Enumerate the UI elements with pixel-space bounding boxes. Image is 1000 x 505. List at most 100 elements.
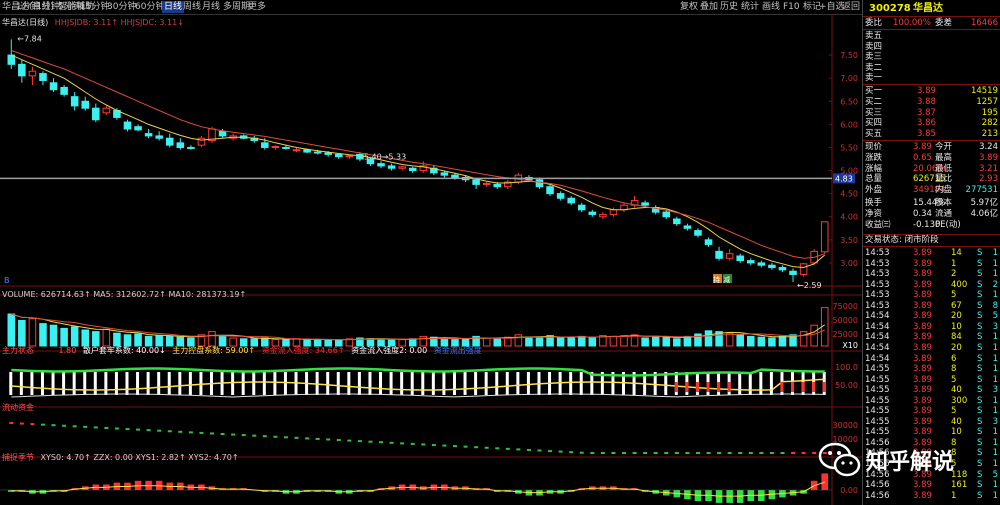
tick-time: 14:54 [865,332,890,343]
mainforce-bar [495,372,499,395]
tick-side: S [977,258,983,269]
fund-dash [315,437,320,440]
bid-price: 3.86 [917,118,936,129]
period-tab[interactable]: 1分钟 [36,1,60,13]
candle-body [303,149,311,153]
period-tab[interactable]: 60分钟 [135,1,164,13]
tick-side: S [977,490,983,501]
price-axis-label: 6.50 [840,97,858,106]
period-tab[interactable]: 日线 [162,1,185,13]
bid-level: 买五 3.85 213 [865,129,998,140]
tick-volume: 14 [951,248,962,258]
candle-body [440,172,449,176]
candle-body [799,263,808,275]
tick-row: 14:54 3.89 84 S 1 [865,332,998,343]
period-tab[interactable]: 更多 [248,1,266,13]
fund-dash [611,452,616,454]
stat-label: 最低 [935,163,953,174]
ask-level: 卖一 [865,73,998,84]
volume-bar [736,334,744,347]
fund-dash [40,423,45,426]
fund-dash [759,452,764,454]
tick-price: 3.89 [913,364,932,375]
fund-dash [389,441,394,444]
period-tab[interactable]: 多周期 [223,1,250,13]
bid-volume: 282 [981,118,998,129]
season-line [11,481,825,497]
mainforce-bar [474,372,478,395]
mainforce-bar [368,372,372,395]
tick-count: 1 [992,258,998,269]
stat-value: 4.06亿 [970,208,998,219]
fund-dash [516,448,521,451]
mainforce-bar [178,372,182,395]
stock-header: 300278 华昌达 [865,2,998,15]
tick-time: 14:54 [865,321,890,332]
period-tab[interactable]: 月线 [202,1,220,13]
volume-bar [746,335,755,347]
bid-label: 买二 [865,96,883,107]
toolbar-right-button[interactable]: 返回 [842,1,860,13]
volume-bar [70,326,79,347]
price-line-label: 4.83 [835,174,853,183]
toolbar-right-button[interactable]: F10 [783,1,800,13]
toolbar-right-button[interactable]: 历史 [720,1,738,13]
candle-body [313,151,322,154]
toolbar-right-button[interactable]: +自选 [819,1,845,13]
volume-bar [641,337,649,347]
volume-bar [810,324,818,347]
bid-volume: 213 [981,129,998,140]
candle-body [18,63,26,77]
period-tab[interactable]: 5分钟 [58,1,82,13]
toolbar-right-button[interactable]: 统计 [741,1,759,13]
price-axis-label: 4.00 [840,213,858,222]
fund-dash [400,442,405,445]
fund-dash [421,443,426,446]
toolbar-right-button[interactable]: 复权 [680,1,698,13]
tick-count: 1 [992,364,998,375]
tick-time: 14:53 [865,248,890,258]
stock-code: 300278 [869,3,911,14]
period-tab[interactable]: 周线 [183,1,201,13]
tick-price: 3.89 [913,385,932,396]
tick-volume: 20 [951,311,962,322]
tick-side: S [977,480,983,491]
season-axis-label: 0.00 [840,486,858,495]
fund-dash [241,434,246,437]
fund-dash [72,425,77,428]
period-tab[interactable]: 15分钟 [80,1,109,13]
fund-dash [558,450,563,453]
stat-label: 股本 [935,198,953,208]
period-tab[interactable]: 30分钟 [107,1,136,13]
tick-price: 3.89 [913,290,932,301]
fund-dash [452,445,457,448]
chart-area[interactable]: 7.507.006.506.005.505.004.504.003.503.00… [0,14,862,505]
mainforce-bar [505,372,509,395]
toolbar-right-button[interactable]: 叠加 [700,1,718,13]
tick-volume: 1 [951,490,957,501]
mainforce-red-mark [791,382,795,392]
mainforce-bar [51,372,55,395]
volume-bar [778,335,787,347]
volume-bar [683,335,692,347]
tick-volume: 300 [951,395,968,406]
stat-label: 收益㈢ [865,219,891,230]
signal-hold: 持 [713,275,720,284]
quote-stat: 净资 0.34 流通 4.06亿 [865,209,998,220]
candle-body [641,202,649,206]
fund-dash [495,447,500,450]
tick-count: 8 [992,300,998,311]
bid-volume: 195 [981,107,998,118]
fund-dash [262,435,267,438]
fund-dash [83,425,88,428]
mainforce-bar [326,372,330,395]
toolbar-right-button[interactable]: 画线 [762,1,780,13]
volume-bar [704,330,713,347]
tick-price: 3.89 [913,416,932,427]
tick-count: 3 [992,321,998,332]
mainforce-bar [157,372,161,395]
tick-time: 14:55 [865,385,890,396]
tick-side: S [977,300,983,311]
candle-body [70,96,79,107]
stat-label: 流通 [935,208,953,219]
